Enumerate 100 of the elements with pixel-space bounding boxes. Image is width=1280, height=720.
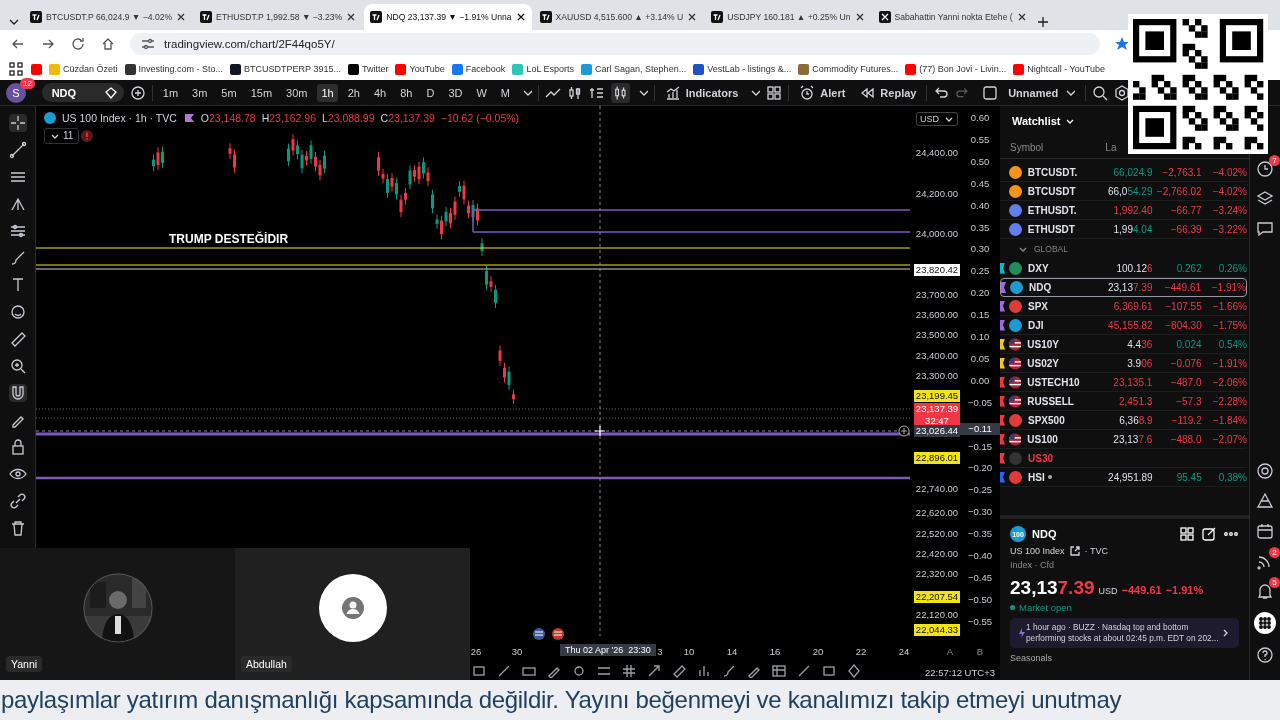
symbol-text: US10Y — [1027, 338, 1059, 350]
watchlist-row[interactable]: SPX500 6,368.9 −119.2 −1.84% — [1000, 411, 1247, 430]
watchlist-row[interactable]: HSI 24,951.89 95.45 0.38% — [1000, 468, 1247, 487]
axis-label: 0.55 — [969, 133, 991, 146]
clock-text: 22:57:12 UTC+3 — [925, 667, 995, 678]
interval-button[interactable]: 30m — [282, 83, 312, 102]
interval-button[interactable]: D — [422, 83, 439, 102]
watchlist-row[interactable]: SPX 6,369.61 −107.55 −1.66% — [1000, 297, 1247, 316]
change-percent: −1.66% — [1211, 300, 1247, 312]
chart-title[interactable]: US 100 Index · 1h · TVC — [62, 112, 177, 124]
interval-button[interactable]: 3D — [444, 83, 467, 102]
axis-label: 0.50 — [969, 155, 991, 168]
browser-tab[interactable]: Sabahattin Yanni nokta Etehe ( — [872, 4, 1033, 30]
watchlist-row[interactable]: USTECH10 23,135.1 −487.0 −2.06% — [1000, 373, 1247, 392]
chart-annotation[interactable]: TRUMP DESTEĞİDIR — [169, 232, 289, 246]
alert-button[interactable]: Alert — [795, 84, 850, 101]
interval-button[interactable]: 8h — [396, 83, 417, 102]
change-percent: −3.22% — [1211, 223, 1247, 235]
bookmark[interactable]: BTCUSDTPERP 3915... — [230, 63, 341, 75]
interval-button[interactable]: W — [472, 83, 491, 102]
bookmark[interactable]: Twitter — [347, 63, 389, 75]
price-label: 24,200.00 — [914, 187, 960, 200]
bookmark[interactable]: Nightcall - YouTube — [1013, 63, 1105, 75]
column-header[interactable]: Symbol — [1010, 141, 1044, 153]
bookmark[interactable]: LoL Esports — [512, 63, 575, 75]
time-label: 14 — [726, 646, 738, 657]
browser-tab[interactable]: NDQ 23,137.39 ▼ −1.91% Unna — [364, 4, 532, 30]
price-label: 22,207.54 — [914, 590, 960, 603]
address-bar[interactable]: tradingview.com/chart/2F44qo5Y/ — [130, 33, 1100, 55]
axis-label: 0.00 — [969, 374, 991, 387]
change-value: 95.45 — [1175, 471, 1202, 483]
watchlist-row[interactable]: BTCUSDT. 66,024.9 −2,763.1 −4.02% — [1000, 163, 1247, 182]
interval-button[interactable]: 2h — [343, 83, 364, 102]
change-value: −66.39 — [1169, 223, 1202, 235]
bookmark[interactable]: (77) Bon Jovi - Livin... — [905, 63, 1007, 75]
axis-label: −0.11 — [960, 422, 1000, 435]
watchlist-row[interactable]: ETHUSDT. 1,992.40 −66.77 −3.24% — [1000, 201, 1247, 220]
bookmark[interactable]: Carl Sagan, Stephen... — [581, 63, 687, 75]
change-value: −107.55 — [1164, 300, 1202, 312]
interval-button[interactable]: M — [496, 83, 515, 102]
time-label: 16 — [769, 646, 781, 657]
watchlist-row[interactable]: US100 23,137.6 −488.0 −2.07% — [1000, 430, 1247, 449]
interval-button[interactable]: 3m — [188, 83, 212, 102]
ohlc-value: O23,148.78 — [200, 112, 256, 124]
last-price: 23,137.6 — [1112, 433, 1153, 445]
column-header[interactable]: La — [1105, 141, 1117, 153]
browser-tab[interactable]: USDJPY 160.181 ▲ +0.25% Un — [705, 4, 871, 30]
watchlist-title[interactable]: Watchlist — [1012, 115, 1061, 127]
symbol-search-field[interactable]: NDQ — [41, 83, 124, 102]
bookmark[interactable]: Investing.com - Sto... — [124, 63, 224, 75]
watchlist-row[interactable]: ETHUSDT 1,994.04 −66.39 −3.22% — [1000, 220, 1247, 239]
symbol-text: US02Y — [1027, 357, 1059, 369]
bookmark[interactable]: VestLab - listings &... — [693, 63, 792, 75]
watchlist-row[interactable]: RUSSELL 2,451.3 −57.3 −2.28% — [1000, 392, 1247, 411]
currency-dropdown[interactable]: USD — [916, 112, 958, 126]
change-percent: 0.54% — [1217, 338, 1247, 350]
indicators-button[interactable]: Indicators — [660, 84, 743, 101]
browser-tab[interactable]: BTCUSDT.P 66,024.9 ▼ −4.02% — [24, 4, 193, 30]
browser-tab[interactable]: ETHUSDT.P 1,992.58 ▼ −3.23% — [194, 4, 363, 30]
price-label: 23,500.00 — [914, 329, 960, 342]
axis-label: −0.25 — [966, 484, 993, 497]
watchlist-row[interactable]: BTCUSDT 66,054.29 −2,766.02 −4.02% — [1000, 182, 1247, 201]
bookmark[interactable]: Commodity Futures... — [798, 63, 899, 75]
interval-button[interactable]: 1h — [317, 83, 338, 102]
watchlist-row[interactable]: US02Y 3.906 −0.076 −1.91% — [1000, 354, 1247, 373]
change-value: −804.30 — [1164, 319, 1202, 331]
interval-button[interactable]: 15m — [246, 83, 277, 102]
bookmark[interactable]: Cüzdan Özeti — [49, 63, 118, 75]
axis-button[interactable]: A — [946, 646, 954, 657]
interval-button[interactable]: 4h — [369, 83, 391, 102]
ohlc-value: L23,088.99 — [322, 112, 375, 124]
change-value: −0.076 — [1169, 357, 1202, 369]
price-label: 24,400.00 — [914, 147, 960, 159]
change-percent: −1.91% — [1165, 584, 1204, 596]
bookmark[interactable]: YouTube — [395, 63, 445, 75]
time-label: 3 — [657, 646, 663, 657]
notification-badge: 12 — [20, 77, 35, 89]
symbol-text: US30 — [1028, 452, 1053, 464]
bookmark[interactable]: Facebook — [451, 63, 506, 75]
watchlist-row[interactable]: NDQ 23,137.39 −449.61 −1.91% — [1000, 278, 1247, 297]
indicators-toggle[interactable]: 11 — [44, 128, 80, 144]
section-header[interactable]: GLOBAL — [1034, 244, 1069, 254]
participant-name: Abdullah — [241, 656, 292, 672]
axis-button[interactable]: B — [976, 646, 984, 657]
watchlist-row[interactable]: US30 — [1000, 449, 1247, 468]
instrument-name[interactable]: US 100 Index — [1010, 546, 1065, 556]
time-label: 10 — [683, 646, 695, 657]
watchlist-row[interactable]: DJI 45,155.82 −804.30 −1.75% — [1000, 316, 1247, 335]
last-price: 45,155.82 — [1107, 319, 1153, 331]
news-item[interactable]: 1 hour ago · BUZZ · Nasdaq top and bottom performing stocks at about 02:45 p.m. EDT on 202... — [1010, 618, 1239, 648]
last-price: 1,992.40 — [1112, 204, 1153, 216]
price-label: 24,000.00 — [914, 228, 960, 240]
browser-tab[interactable]: XAUUSD 4,515.600 ▲ +3.14% U — [533, 4, 704, 30]
interval-button[interactable]: 1m — [158, 83, 183, 102]
layout-name-button[interactable]: Unnamed — [1004, 84, 1080, 101]
interval-button[interactable]: 5m — [217, 83, 241, 102]
watchlist-row[interactable]: US10Y 4.436 0.024 0.54% — [1000, 335, 1247, 354]
watchlist-row[interactable]: DXY 100.126 0.262 0.26% — [1000, 259, 1247, 278]
axis-label: −0.50 — [966, 593, 993, 606]
replay-button[interactable]: Replay — [855, 84, 921, 101]
